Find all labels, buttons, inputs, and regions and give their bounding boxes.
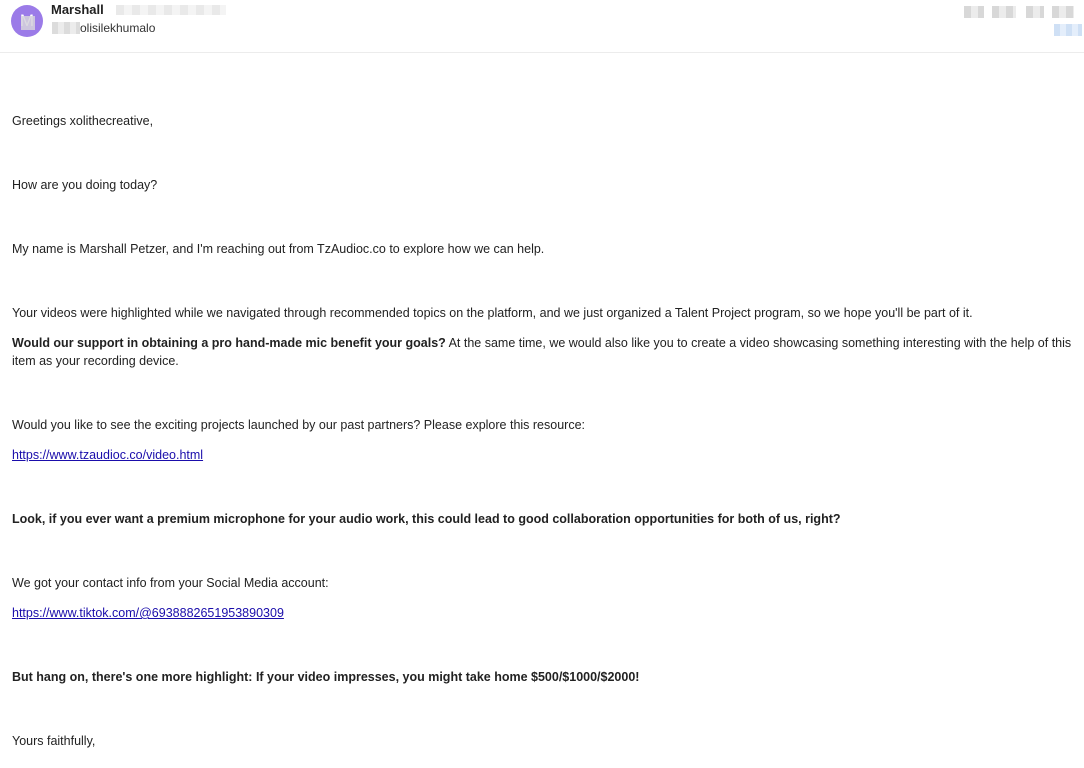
highlight-paragraph: Your videos were highlighted while we na…: [12, 306, 973, 320]
prize-paragraph: But hang on, there's one more highlight:…: [12, 670, 640, 684]
look-paragraph: Look, if you ever want a premium microph…: [12, 512, 841, 526]
recipient-redacted: [52, 22, 80, 34]
video-link[interactable]: https://www.tzaudioc.co/video.html: [12, 448, 203, 462]
projects-paragraph: Would you like to see the exciting proje…: [12, 418, 586, 432]
video-link-line: https://www.tzaudioc.co/video.html: [12, 446, 203, 464]
date-redacted: [992, 6, 1016, 18]
sender-email-redacted: [116, 5, 226, 15]
sender-name[interactable]: Marshall: [51, 2, 104, 17]
contact-paragraph: We got your contact info from your Socia…: [12, 576, 329, 590]
support-bold-text: Would our support in obtaining a pro han…: [12, 336, 446, 350]
recipient-address[interactable]: olisilekhumalo: [80, 21, 155, 35]
intro-paragraph: My name is Marshall Petzer, and I'm reac…: [12, 242, 545, 256]
date-redacted: [964, 6, 984, 18]
question-line: How are you doing today?: [12, 178, 158, 192]
date-redacted: [1026, 6, 1044, 18]
greeting-line: Greetings xolithecreative,: [12, 114, 154, 128]
email-header: M Marshall olisilekhumalo: [0, 0, 1084, 53]
date-redacted: [1052, 6, 1074, 18]
tiktok-link[interactable]: https://www.tiktok.com/@6938882651953890…: [12, 606, 284, 620]
support-paragraph: Would our support in obtaining a pro han…: [12, 334, 1078, 370]
closing-line: Yours faithfully,: [12, 734, 96, 748]
tag-redacted: [1054, 24, 1082, 36]
tiktok-link-line: https://www.tiktok.com/@6938882651953890…: [12, 604, 284, 622]
avatar-blur-patch: [21, 16, 35, 30]
